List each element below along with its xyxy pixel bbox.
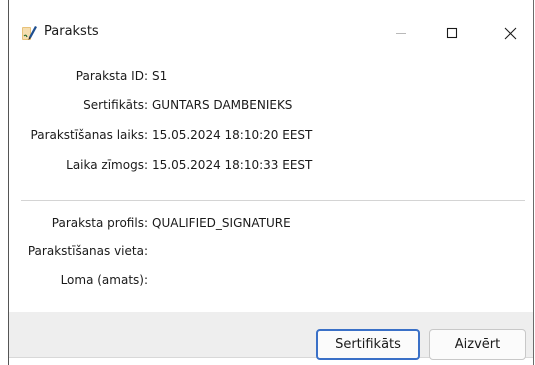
value-signature-id: S1 [152,69,168,83]
label-timestamp: Laika zīmogs: [66,158,148,172]
value-timestamp: 15.05.2024 18:10:33 EEST [152,158,313,172]
maximize-icon [446,27,458,39]
label-signing-place: Parakstīšanas vieta: [27,244,148,258]
value-signing-time: 15.05.2024 18:10:20 EEST [152,128,313,142]
value-certificate: GUNTARS DAMBENIEKS [152,98,293,112]
label-signature-profile: Paraksta profils: [51,216,148,230]
minimize-icon [396,33,406,34]
maximize-button[interactable] [429,14,475,52]
label-certificate: Sertifikāts: [83,98,148,112]
label-signing-time: Parakstīšanas laiks: [30,128,148,142]
label-signature-id: Paraksta ID: [75,69,148,83]
labels-column: Paraksta ID: Sertifikāts: Parakstīšanas … [0,0,148,365]
certificate-button[interactable]: Sertifikāts [316,329,420,360]
signature-dialog: Paraksts Paraksta ID: Sertifikāts: Parak… [0,0,535,365]
value-signature-profile: QUALIFIED_SIGNATURE [152,216,291,230]
window-right-edge [533,0,534,365]
section-divider [21,200,525,201]
close-window-button[interactable] [487,14,533,52]
close-icon [504,27,516,39]
close-button[interactable]: Aizvērt [429,329,526,360]
minimize-button[interactable] [378,14,424,52]
label-role: Loma (amats): [60,273,148,287]
